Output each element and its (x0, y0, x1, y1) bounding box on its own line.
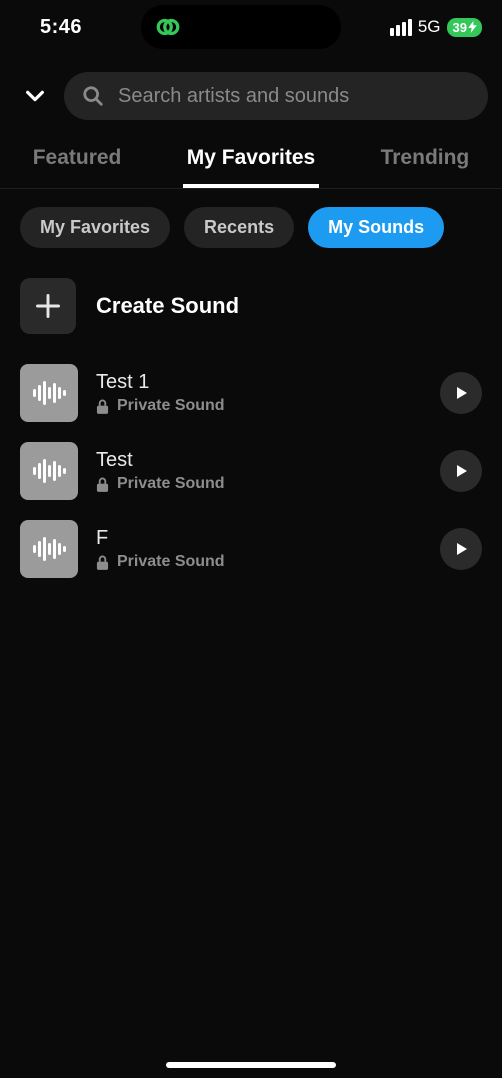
sound-list: Test 1 Private Sound Test Private Sound (0, 348, 502, 588)
lock-icon (96, 555, 109, 570)
status-time: 5:46 (40, 16, 82, 39)
privacy-label: Private Sound (117, 397, 225, 415)
sound-title: Test 1 (96, 371, 422, 394)
list-item[interactable]: Test 1 Private Sound (20, 354, 488, 432)
create-sound-button[interactable]: Create Sound (0, 258, 502, 348)
play-icon (453, 541, 469, 557)
chip-my-favorites[interactable]: My Favorites (20, 207, 170, 248)
plus-tile (20, 278, 76, 334)
lock-icon (96, 477, 109, 492)
waveform-icon (32, 381, 66, 405)
search-icon (82, 85, 104, 107)
chip-my-sounds[interactable]: My Sounds (308, 207, 444, 248)
privacy-label: Private Sound (117, 475, 225, 493)
filter-chips: My Favorites Recents My Sounds (0, 189, 502, 258)
sound-thumbnail (20, 520, 78, 578)
search-bar[interactable] (64, 72, 488, 120)
sound-meta: Test 1 Private Sound (96, 371, 422, 415)
sound-thumbnail (20, 442, 78, 500)
sound-thumbnail (20, 364, 78, 422)
main-tabs: Featured My Favorites Trending (0, 130, 502, 189)
battery-percentage: 39 (453, 20, 467, 35)
waveform-icon (32, 459, 66, 483)
list-item[interactable]: Test Private Sound (20, 432, 488, 510)
play-button[interactable] (440, 372, 482, 414)
lock-icon (96, 399, 109, 414)
sound-title: Test (96, 449, 422, 472)
sound-subtitle: Private Sound (96, 475, 422, 493)
chevron-down-icon (24, 85, 46, 107)
tab-my-favorites[interactable]: My Favorites (183, 136, 319, 188)
sound-subtitle: Private Sound (96, 397, 422, 415)
status-right: 5G 39 (390, 17, 482, 37)
search-input[interactable] (118, 85, 470, 108)
play-button[interactable] (440, 528, 482, 570)
sound-meta: F Private Sound (96, 527, 422, 571)
privacy-label: Private Sound (117, 553, 225, 571)
play-icon (453, 463, 469, 479)
sound-meta: Test Private Sound (96, 449, 422, 493)
play-button[interactable] (440, 450, 482, 492)
sound-subtitle: Private Sound (96, 553, 422, 571)
network-label: 5G (418, 17, 441, 37)
list-item[interactable]: F Private Sound (20, 510, 488, 588)
home-indicator[interactable] (166, 1062, 336, 1068)
tab-trending[interactable]: Trending (377, 136, 474, 188)
play-icon (453, 385, 469, 401)
tab-featured[interactable]: Featured (29, 136, 126, 188)
collapse-button[interactable] (22, 83, 48, 109)
battery-badge: 39 (447, 18, 482, 37)
cellular-signal-icon (390, 19, 412, 36)
search-row (0, 54, 502, 130)
app-indicator-icon (153, 12, 183, 42)
waveform-icon (32, 537, 66, 561)
charging-icon (468, 21, 477, 33)
status-bar: 5:46 5G 39 (0, 0, 502, 54)
dynamic-island (141, 5, 341, 49)
sound-title: F (96, 527, 422, 550)
create-sound-label: Create Sound (96, 293, 239, 319)
chip-recents[interactable]: Recents (184, 207, 294, 248)
plus-icon (34, 292, 62, 320)
